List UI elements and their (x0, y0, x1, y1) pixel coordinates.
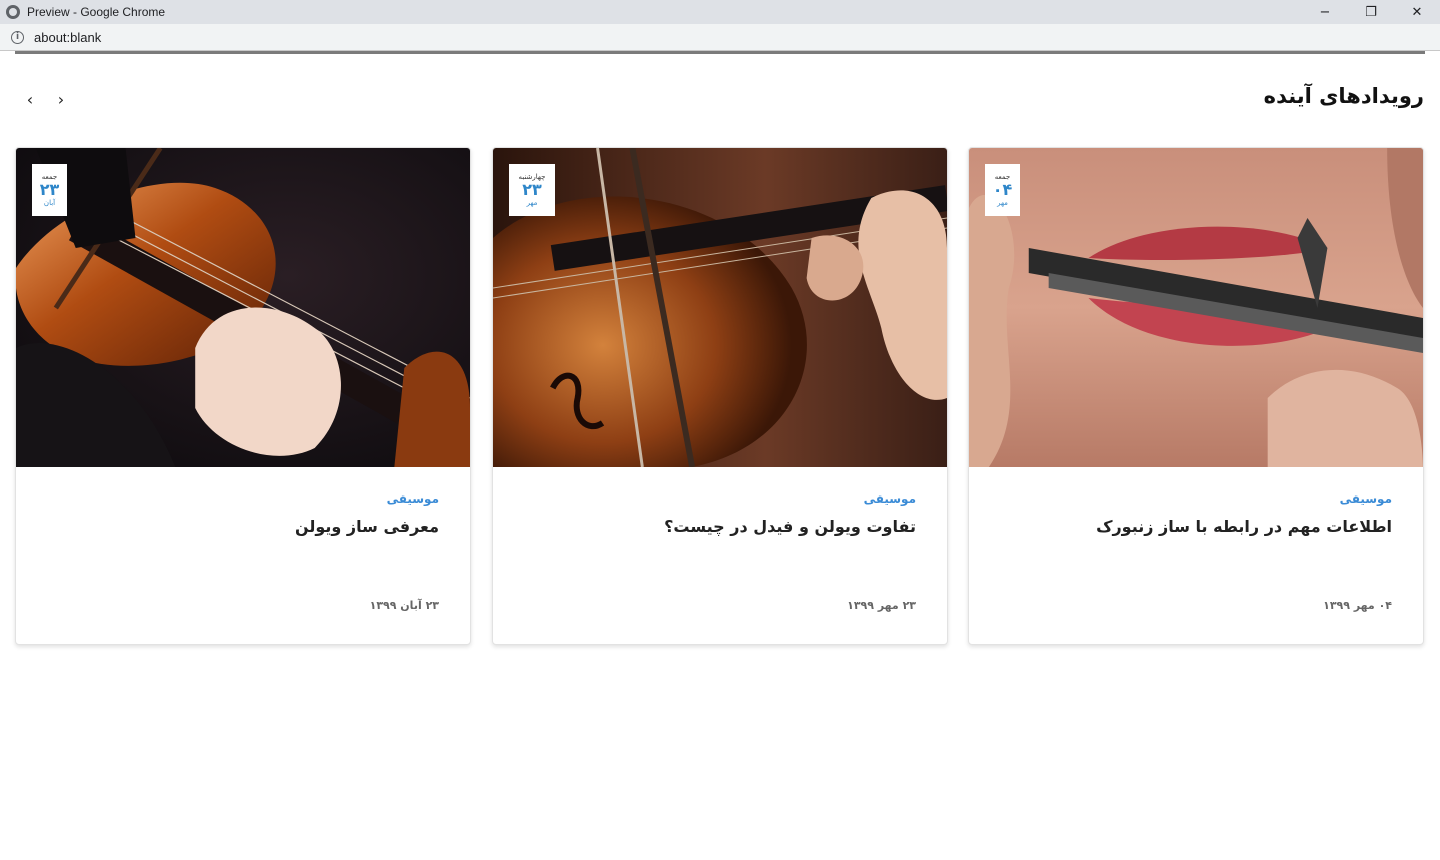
badge-month: آبان (43, 199, 56, 207)
date-badge: جمعه ۰۴ مهر (985, 164, 1020, 216)
url-text[interactable]: about:blank (34, 30, 101, 45)
event-card[interactable]: جمعه ۲۳ آبان موسیقی معرفی ساز ویولن ۲۳ آ… (15, 147, 471, 645)
violin-closeup-photo[interactable] (493, 148, 947, 467)
card-body: موسیقی اطلاعات مهم در رابطه با ساز زنبور… (969, 467, 1423, 644)
card-body: موسیقی معرفی ساز ویولن ۲۳ آبان ۱۳۹۹ (16, 467, 470, 644)
event-card[interactable]: چهارشنبه ۲۳ مهر موسیقی تفاوت ویولن و فید… (492, 147, 948, 645)
card-body: موسیقی تفاوت ویولن و فیدل در چیست؟ ۲۳ مه… (493, 467, 947, 644)
chrome-icon (6, 5, 20, 19)
date-badge: چهارشنبه ۲۳ مهر (509, 164, 555, 216)
badge-month: مهر (526, 199, 538, 207)
date-badge: جمعه ۲۳ آبان (32, 164, 67, 216)
carousel-prev-button[interactable]: ‹ (18, 87, 42, 111)
minimize-button[interactable]: − (1302, 0, 1348, 24)
window-controls: − ❐ ✕ (1302, 0, 1440, 24)
card-category-link[interactable]: موسیقی (1340, 492, 1392, 506)
badge-day-number: ۰۴ (992, 180, 1013, 199)
restore-button[interactable]: ❐ (1348, 0, 1394, 24)
card-date: ۲۳ آبان ۱۳۹۹ (369, 599, 439, 612)
event-card[interactable]: جمعه ۰۴ مهر موسیقی اطلاعات مهم در رابطه … (968, 147, 1424, 645)
page-content: رویدادهای آینده ‹ › جمعه ۲۳ آبان موسیقی … (0, 54, 1440, 860)
jaw-harp-photo[interactable] (969, 148, 1423, 467)
card-category-link[interactable]: موسیقی (864, 492, 916, 506)
card-date: ۰۴ مهر ۱۳۹۹ (1323, 599, 1392, 612)
card-date: ۲۳ مهر ۱۳۹۹ (847, 599, 916, 612)
window-titlebar: Preview - Google Chrome − ❐ ✕ (0, 0, 1440, 24)
badge-day-number: ۲۳ (39, 180, 60, 199)
violin-photo[interactable] (16, 148, 470, 467)
address-bar[interactable]: i about:blank (0, 24, 1440, 51)
section-title: رویدادهای آینده (1263, 84, 1424, 108)
card-title[interactable]: اطلاعات مهم در رابطه با ساز زنبورک (1096, 517, 1392, 536)
badge-month: مهر (997, 199, 1008, 207)
window-title: Preview - Google Chrome (27, 5, 166, 19)
card-title[interactable]: تفاوت ویولن و فیدل در چیست؟ (664, 517, 916, 536)
close-button[interactable]: ✕ (1394, 0, 1440, 24)
carousel-next-button[interactable]: › (49, 87, 73, 111)
card-category-link[interactable]: موسیقی (387, 492, 439, 506)
info-icon[interactable]: i (11, 30, 24, 44)
badge-day-number: ۲۳ (522, 180, 542, 199)
card-title[interactable]: معرفی ساز ویولن (295, 517, 439, 536)
